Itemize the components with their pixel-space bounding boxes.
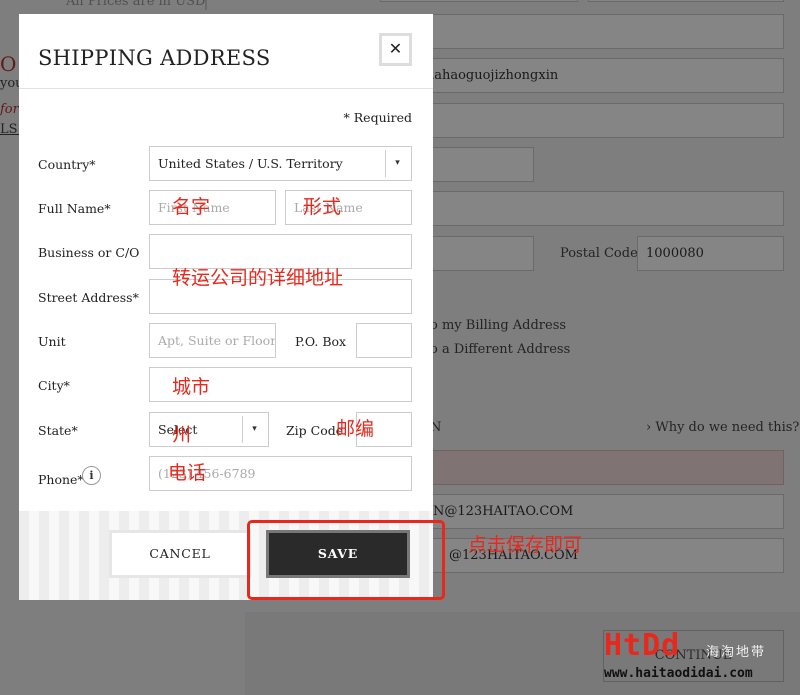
- annotation-forwarder-address: 转运公司的详细地址: [172, 267, 344, 289]
- state-select[interactable]: Select ▾: [149, 412, 269, 447]
- country-select[interactable]: United States / U.S. Territory ▾: [149, 146, 412, 181]
- chevron-down-icon: ▾: [385, 150, 409, 177]
- watermark: HtDd 海淘地带 www.haitaodidai.com: [604, 628, 794, 688]
- business-label: Business or C/O: [38, 245, 140, 260]
- save-highlight-box: [247, 520, 445, 600]
- info-icon[interactable]: i: [82, 466, 101, 485]
- street-label: Street Address*: [38, 290, 139, 305]
- po-box-input[interactable]: [356, 323, 412, 358]
- watermark-logo: HtDd: [604, 628, 681, 663]
- shipping-address-modal: SHIPPING ADDRESS ✕ * Required Country* U…: [19, 14, 433, 600]
- annotation-city: 城市: [172, 376, 211, 398]
- state-label: State*: [38, 423, 78, 438]
- close-button[interactable]: ✕: [379, 33, 412, 66]
- watermark-chinese: 海淘地带: [706, 645, 767, 660]
- annotation-format: 形式: [303, 196, 342, 218]
- annotation-click-save: 点击保存即可: [468, 534, 583, 556]
- watermark-url: www.haitaodidai.com: [604, 666, 753, 681]
- country-value: United States / U.S. Territory: [158, 156, 343, 171]
- po-box-label: P.O. Box: [295, 334, 347, 349]
- cancel-button[interactable]: CANCEL: [109, 530, 251, 578]
- annotation-state: 州: [172, 424, 192, 446]
- country-label: Country*: [38, 157, 96, 172]
- modal-title: SHIPPING ADDRESS: [38, 46, 271, 70]
- city-label: City*: [38, 378, 70, 393]
- unit-label: Unit: [38, 334, 66, 349]
- annotation-zip: 邮编: [336, 418, 375, 440]
- close-icon: ✕: [388, 39, 403, 58]
- required-note: * Required: [343, 110, 412, 125]
- annotation-name: 名字: [172, 196, 211, 218]
- unit-input[interactable]: Apt, Suite or Floor: [149, 323, 276, 358]
- title-divider: [19, 88, 433, 89]
- first-name-input[interactable]: First Name: [149, 190, 276, 225]
- annotation-phone: 电话: [168, 462, 207, 484]
- phone-label: Phone*: [38, 472, 84, 487]
- zip-label: Zip Code: [286, 423, 344, 438]
- chevron-down-icon: ▾: [242, 416, 266, 443]
- full-name-label: Full Name*: [38, 201, 111, 216]
